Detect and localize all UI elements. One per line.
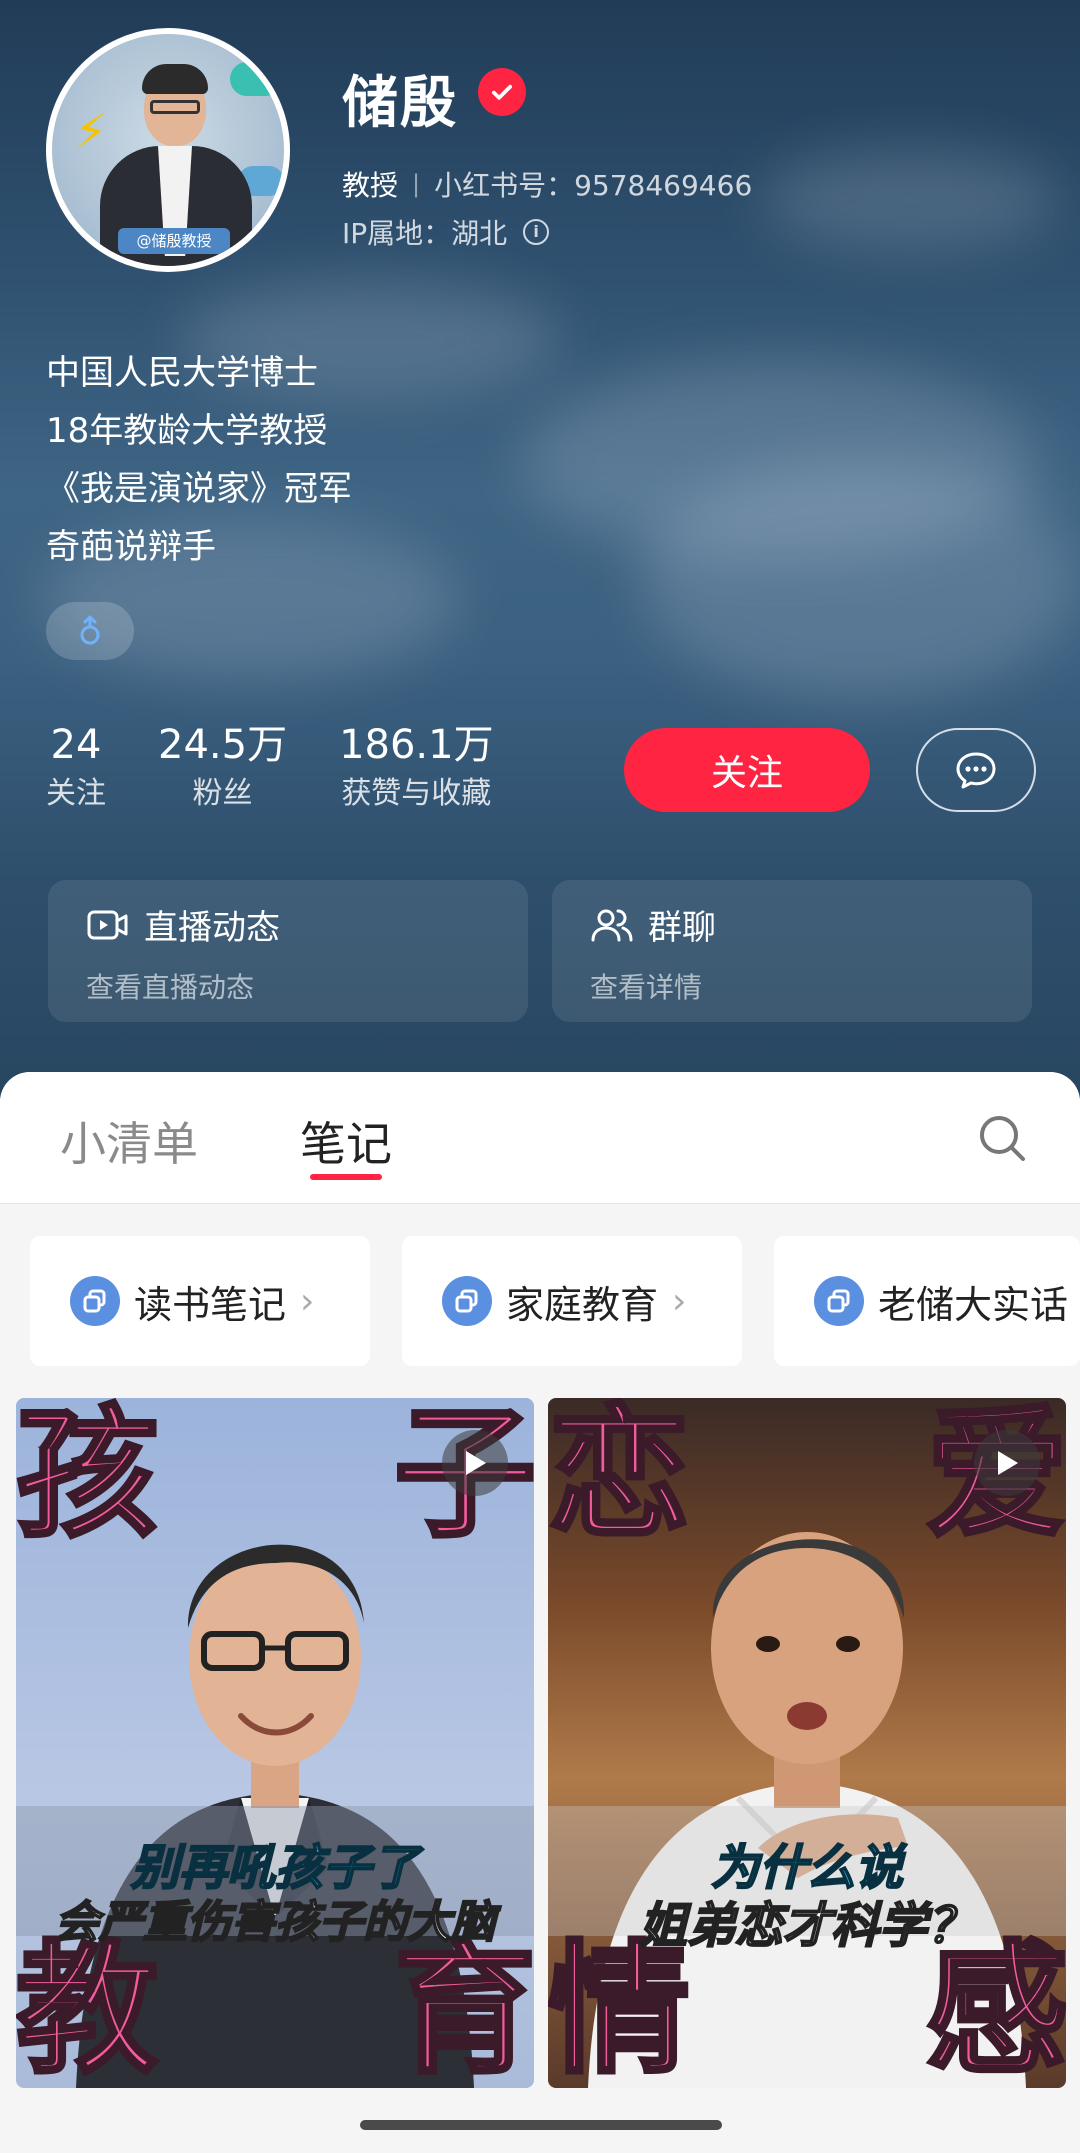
album-icon	[70, 1276, 120, 1326]
group-chat-card-label: 群聊	[648, 908, 716, 948]
stat-value: 186.1万	[339, 722, 494, 768]
verified-badge-icon	[478, 68, 526, 116]
chevron-right-icon: ›	[300, 1280, 315, 1322]
chevron-right-icon: ›	[672, 1280, 687, 1322]
stat-following[interactable]: 24 关注	[46, 718, 106, 816]
message-button[interactable]	[916, 728, 1036, 812]
profile-header: ⚡ @储殷教授 储殷 教授 | 小红书号：9578469466 IP属地：湖北 …	[0, 0, 1080, 1100]
note-corner-char: 教	[16, 1928, 160, 2088]
ip-location: IP属地：湖北 i	[342, 212, 550, 252]
album-label: 家庭教育	[506, 1282, 659, 1327]
album-family-education[interactable]: 家庭教育 ›	[402, 1236, 742, 1366]
male-icon	[80, 615, 100, 645]
live-card[interactable]: 直播动态 查看直播动态	[48, 880, 528, 1022]
stats-row: 24 关注 24.5万 粉丝 186.1万 获赞与收藏	[46, 718, 546, 816]
avatar[interactable]: ⚡ @储殷教授	[46, 28, 290, 272]
avatar-glasses	[150, 100, 200, 114]
note-card[interactable]: 恋 爱 情 感 为什么说 姐弟恋才科学？	[548, 1398, 1066, 2088]
stat-label: 关注	[46, 776, 106, 811]
tab-active-indicator	[310, 1174, 382, 1180]
search-icon[interactable]	[976, 1112, 1028, 1164]
album-label: 老储大实话	[878, 1282, 1069, 1327]
chat-icon	[956, 752, 996, 789]
note-corner-char: 感	[924, 1928, 1066, 2088]
profile-name: 储殷	[342, 71, 458, 136]
album-icon	[442, 1276, 492, 1326]
home-indicator[interactable]	[360, 2120, 722, 2130]
bio-line: 奇葩说辩手	[46, 527, 216, 567]
tab-lists[interactable]: 小清单	[60, 1108, 198, 1174]
album-label: 读书笔记	[134, 1282, 287, 1327]
stat-followers[interactable]: 24.5万 粉丝	[158, 718, 287, 816]
stat-likes-collects[interactable]: 186.1万 获赞与收藏	[339, 718, 494, 816]
profile-meta: 教授 | 小红书号：9578469466	[342, 164, 752, 204]
bio-line: 中国人民大学博士	[46, 353, 318, 393]
tab-notes[interactable]: 笔记	[300, 1108, 392, 1174]
note-caption-line2: 会严重伤害孩子的大脑	[54, 1896, 496, 1949]
group-chat-card[interactable]: 群聊 查看详情	[552, 880, 1032, 1022]
red-id[interactable]: 小红书号：9578469466	[434, 164, 752, 204]
note-corner-char: 情	[548, 1928, 692, 2088]
meta-divider: |	[412, 170, 421, 198]
note-card[interactable]: 孩 子 教 育 别再吼孩子了 会严重伤害孩子的大脑	[16, 1398, 534, 2088]
note-caption-line2: 姐弟恋才科学？	[638, 1897, 976, 1955]
live-video-icon	[87, 910, 128, 939]
group-chat-card-subtitle: 查看详情	[590, 971, 703, 1004]
live-card-label: 直播动态	[144, 908, 280, 948]
stat-label: 获赞与收藏	[341, 776, 492, 811]
album-icon	[814, 1276, 864, 1326]
group-chat-card-title: 群聊	[590, 900, 716, 949]
stat-label: 粉丝	[192, 776, 253, 811]
bio: 中国人民大学博士 18年教龄大学教授 《我是演说家》冠军 奇葩说辩手	[46, 344, 746, 576]
note-corner-char: 育	[392, 1928, 534, 2088]
play-icon	[974, 1430, 1040, 1496]
play-icon	[442, 1430, 508, 1496]
chat-bubble-decoration	[230, 62, 282, 96]
avatar-hair	[142, 64, 208, 94]
note-corner-char: 恋	[548, 1398, 692, 1557]
bio-line: 18年教龄大学教授	[46, 411, 328, 451]
live-card-title: 直播动态	[86, 900, 280, 949]
gender-tag	[46, 602, 134, 660]
ip-text: IP属地：湖北	[342, 217, 508, 250]
note-corner-char: 孩	[16, 1398, 160, 1557]
group-chat-icon	[591, 909, 633, 941]
stat-value: 24	[50, 722, 102, 768]
tab-bar: 小清单 笔记	[0, 1072, 1080, 1204]
bio-line: 《我是演说家》冠军	[46, 469, 352, 509]
live-card-subtitle: 查看直播动态	[86, 971, 255, 1004]
stat-value: 24.5万	[158, 722, 288, 768]
profile-title: 教授	[342, 169, 399, 202]
follow-button[interactable]: 关注	[624, 728, 870, 812]
avatar-name-tag: @储殷教授	[118, 228, 230, 254]
info-icon[interactable]: i	[523, 219, 550, 245]
album-honest-talk[interactable]: 老储大实话	[774, 1236, 1080, 1366]
lightning-icon: ⚡	[74, 104, 108, 160]
album-reading-notes[interactable]: 读书笔记 ›	[30, 1236, 370, 1366]
